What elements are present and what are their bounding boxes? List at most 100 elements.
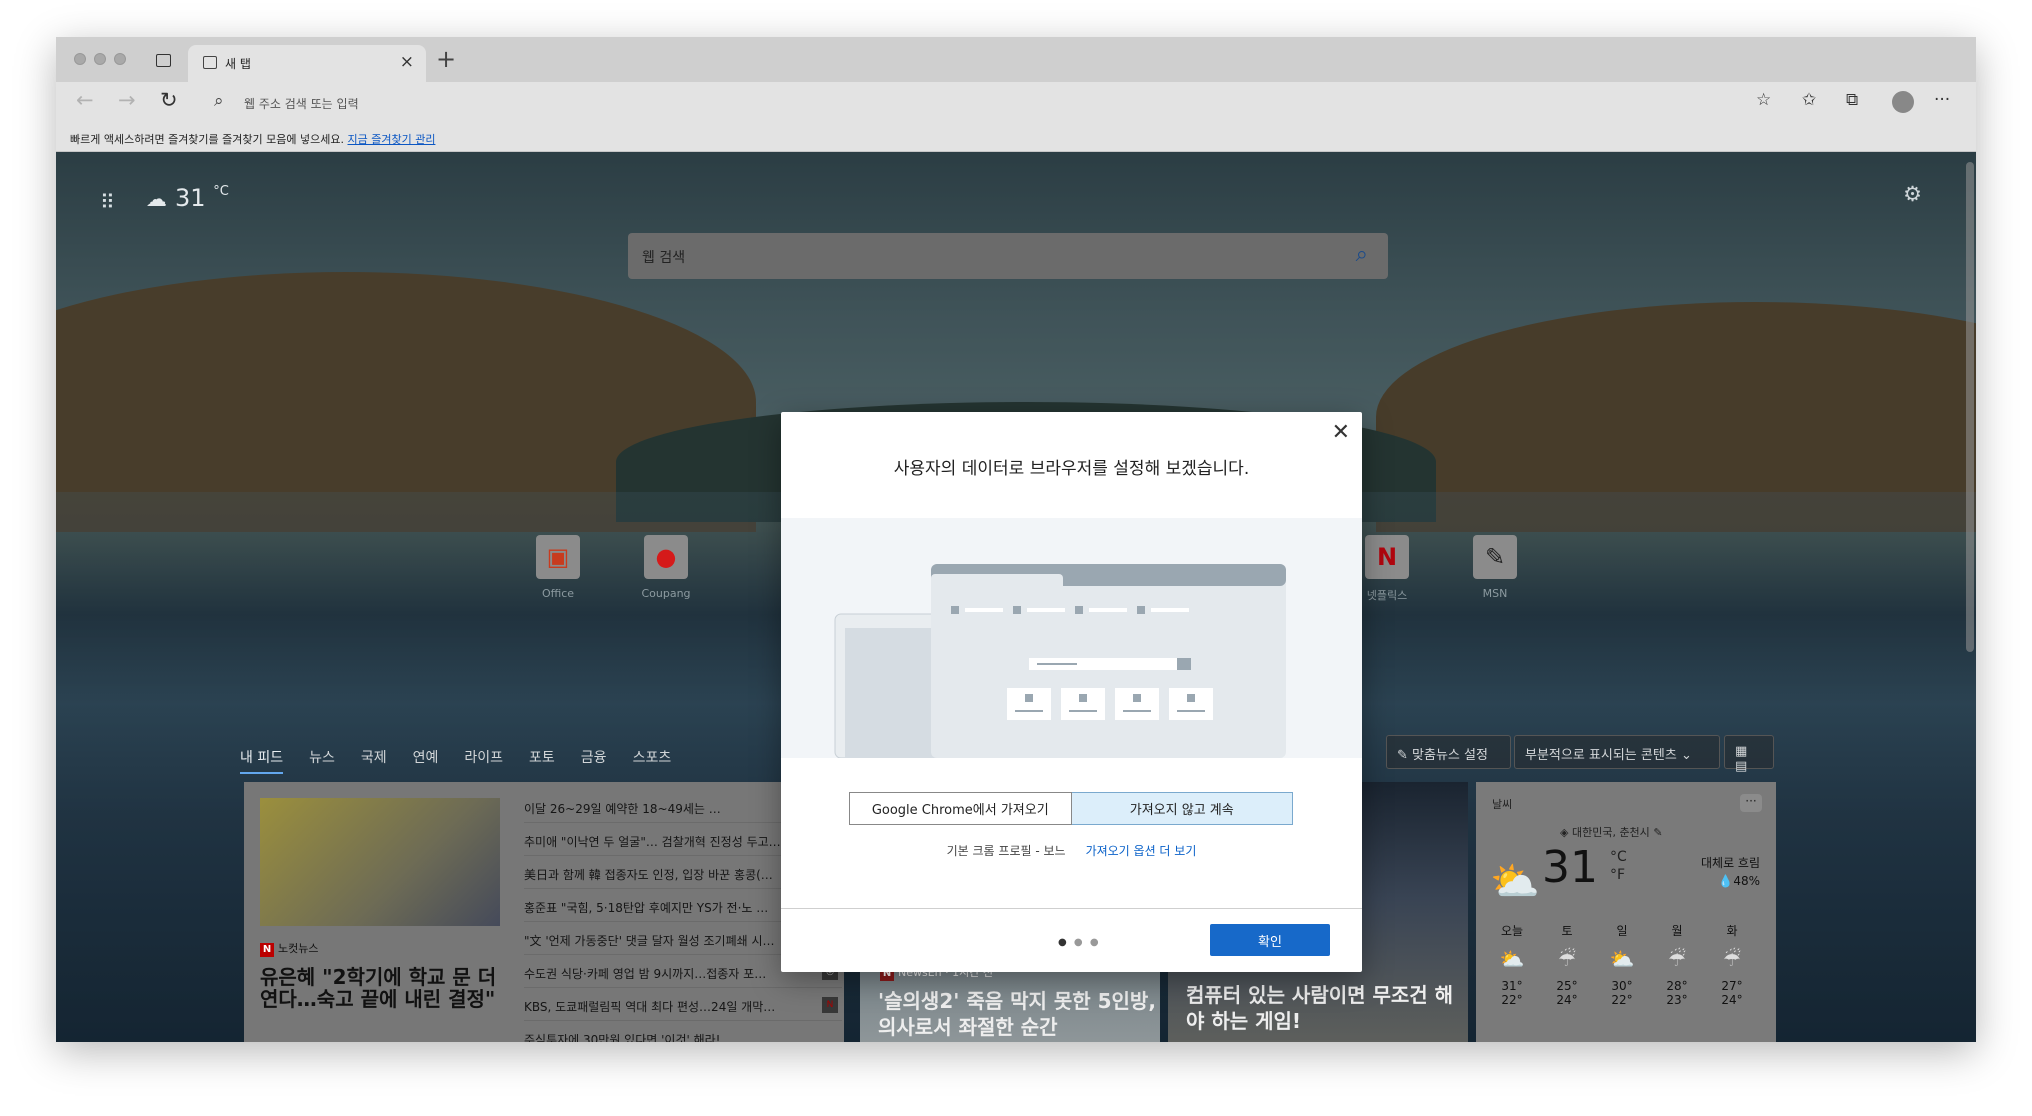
tab-world[interactable]: 국제 [361, 747, 387, 774]
location-pin-icon: ◈ [1560, 826, 1569, 839]
tab-sports[interactable]: 스포츠 [633, 747, 672, 774]
weather-widget-top[interactable]: ☁ 31 °C [146, 184, 229, 212]
import-choice-group: Google Chrome에서 가져오기 가져오지 않고 계속 [849, 792, 1293, 825]
coupang-icon: ● [644, 535, 688, 579]
search-icon: ⌕ [214, 91, 224, 111]
weather-location: 대한민국, 춘천시 [1571, 826, 1650, 839]
more-menu-icon[interactable]: ··· [1934, 90, 1950, 110]
forecast-day[interactable]: 일 ⛅ 30° 22° [1602, 922, 1642, 1007]
favorites-icon[interactable]: ✩ [1802, 90, 1816, 110]
quicklink-label: MSN [1482, 587, 1508, 600]
more-import-options-link[interactable]: 가져오기 옵션 더 보기 [1086, 844, 1197, 858]
content-visibility-dropdown[interactable]: 부분적으로 표시되는 콘텐츠 ⌄ [1514, 735, 1720, 769]
partly-cloudy-icon: ⛅ [1499, 947, 1525, 971]
maximize-window-button[interactable] [114, 53, 126, 65]
news-image [260, 798, 500, 926]
forecast-day[interactable]: 토 ☔ 25° 24° [1547, 922, 1587, 1007]
tab-actions-icon[interactable] [156, 54, 171, 67]
layout-toggle[interactable]: ▦ ▤ [1724, 735, 1774, 774]
dialog-title: 사용자의 데이터로 브라우저를 설정해 보겠습니다. [893, 459, 1250, 479]
settings-gear-icon[interactable]: ⚙ [1903, 182, 1922, 206]
profile-label: 기본 크롬 프로필 - 보느 [946, 844, 1066, 858]
import-from-chrome-button[interactable]: Google Chrome에서 가져오기 [849, 792, 1072, 825]
collections-icon[interactable]: ⧉ [1846, 90, 1858, 110]
browser-window: 새 탭 × + ← → ↻ ⌕ 웹 주소 검색 또는 입력 ☆ ✩ ⧉ ··· … [56, 37, 1976, 1042]
tab-life[interactable]: 라이프 [464, 747, 503, 774]
minimize-window-button[interactable] [94, 53, 106, 65]
content-visibility-label: 부분적으로 표시되는 콘텐츠 [1525, 748, 1677, 763]
office-icon: ▣ [536, 535, 580, 579]
tab-photo[interactable]: 포토 [529, 747, 555, 774]
new-tab-button[interactable]: + [436, 45, 456, 73]
chevron-down-icon: ⌄ [1680, 748, 1692, 763]
browser-illustration-icon [834, 564, 1286, 759]
tab-entertainment[interactable]: 연예 [413, 747, 439, 774]
forecast-day[interactable]: 오늘 ⛅ 31° 22° [1492, 922, 1532, 1007]
address-input[interactable]: 웹 주소 검색 또는 입력 [244, 95, 359, 112]
list-item[interactable]: KBS, 도쿄패럴림픽 역대 최다 편성…24일 개막… N [524, 988, 842, 1021]
search-input[interactable]: 웹 검색 [642, 247, 685, 267]
game-ad-headline[interactable]: 컴퓨터 있는 사람이면 무조건 해야 하는 게임! [1186, 982, 1468, 1034]
news-headline[interactable]: 유은혜 "2학기에 학교 문 더 연다…숙고 끝에 내린 결정" [260, 966, 510, 1010]
forecast-day[interactable]: 화 ☔ 27° 24° [1712, 922, 1752, 1007]
favorites-bar-hint: 빠르게 액세스하려면 즐겨찾기를 즐겨찾기 모음에 넣으세요. [70, 133, 344, 146]
new-tab-page: ⠿ ☁ 31 °C ⚙ 웹 검색 ⌕ ▣ Office ● Coupang N 넷… [56, 152, 1976, 1042]
news-card[interactable]: N 노컷뉴스 유은혜 "2학기에 학교 문 더 연다…숙고 끝에 내린 결정" 이… [244, 782, 844, 1042]
close-tab-icon[interactable]: × [400, 52, 414, 72]
toolbar: ← → ↻ ⌕ 웹 주소 검색 또는 입력 ☆ ✩ ⧉ ··· [56, 82, 1976, 122]
humidity-icon: 💧 [1718, 874, 1734, 888]
feed-tabs: 내 피드 뉴스 국제 연예 라이프 포토 금융 스포츠 [240, 747, 671, 774]
quicklink-label: Office [541, 587, 575, 600]
ok-button[interactable]: 확인 [1210, 924, 1330, 956]
back-icon[interactable]: ← [76, 88, 94, 112]
forward-icon[interactable]: → [118, 88, 136, 112]
profile-avatar[interactable] [1892, 91, 1914, 113]
weather-temp: 31 [175, 184, 206, 212]
weather-card[interactable]: 날씨 ··· ◈ 대한민국, 춘천시 ✎ ⛅ 31 °C °F 대체로 흐림 💧48… [1476, 782, 1776, 1042]
close-window-button[interactable] [74, 53, 86, 65]
quicklink-office[interactable]: ▣ Office [523, 535, 593, 600]
partly-cloudy-icon: ⛅ [1490, 859, 1540, 905]
dialog-divider [781, 908, 1362, 909]
grid-icon: ▦ [1735, 744, 1748, 759]
weather-unit: °C [213, 184, 229, 199]
page-scrollbar[interactable] [1966, 162, 1974, 652]
continue-without-import-button[interactable]: 가져오지 않고 계속 [1071, 792, 1293, 825]
humidity-value: 48% [1733, 874, 1760, 888]
tab-new-tab[interactable]: 새 탭 × [188, 45, 426, 82]
newtab-icon [203, 56, 217, 69]
manage-favorites-link[interactable]: 지금 즐겨찾기 관리 [347, 133, 435, 146]
quicklink-label: 넷플릭스 [1366, 589, 1408, 602]
address-bar[interactable]: ⌕ 웹 주소 검색 또는 입력 [202, 85, 1892, 118]
more-options-icon[interactable]: ··· [1740, 794, 1762, 812]
list-item[interactable]: 주식투자에 30만원 있다면 '이것' 해라! [524, 1021, 842, 1042]
forecast-day[interactable]: 월 ☔ 28° 23° [1657, 922, 1697, 1007]
apps-launcher-icon[interactable]: ⠿ [100, 190, 116, 214]
refresh-icon[interactable]: ↻ [160, 88, 178, 112]
tab-my-feed[interactable]: 내 피드 [240, 747, 284, 774]
weather-title: 날씨 [1492, 798, 1513, 811]
personalize-button[interactable]: ✎ 맞춤뉴스 설정 [1386, 735, 1511, 769]
tab-title: 새 탭 [225, 57, 251, 71]
fahrenheit-unit[interactable]: °F [1610, 866, 1627, 884]
close-icon[interactable]: ✕ [1332, 420, 1350, 445]
quicklink-msn[interactable]: ✎ MSN [1460, 535, 1530, 600]
weather-temperature: 31 [1542, 842, 1598, 893]
celsius-unit[interactable]: °C [1610, 848, 1627, 866]
web-search-box[interactable]: 웹 검색 ⌕ [628, 233, 1388, 279]
weather-condition: 대체로 흐림 [1700, 856, 1760, 870]
search-icon[interactable]: ⌕ [1356, 242, 1368, 267]
photo-news-headline[interactable]: '슬의생2' 죽음 막지 못한 5인방, 의사로서 좌절한 순간 [878, 988, 1160, 1040]
list-icon: ▤ [1735, 759, 1748, 774]
tab-news[interactable]: 뉴스 [309, 747, 335, 774]
add-favorite-icon[interactable]: ☆ [1756, 90, 1771, 110]
favorites-bar: 빠르게 액세스하려면 즐겨찾기를 즐겨찾기 모음에 넣으세요. 지금 즐겨찾기 … [56, 122, 1976, 152]
step-indicator: ● ● ● [1058, 937, 1101, 948]
quicklink-netflix[interactable]: N 넷플릭스 [1352, 535, 1422, 603]
quicklink-coupang[interactable]: ● Coupang [631, 535, 701, 600]
tab-finance[interactable]: 금융 [581, 747, 607, 774]
quicklink-label: Coupang [641, 587, 691, 600]
msn-icon: ✎ [1473, 535, 1517, 579]
edit-location-icon[interactable]: ✎ [1653, 826, 1662, 839]
tab-bar: 새 탭 × + [56, 37, 1976, 82]
